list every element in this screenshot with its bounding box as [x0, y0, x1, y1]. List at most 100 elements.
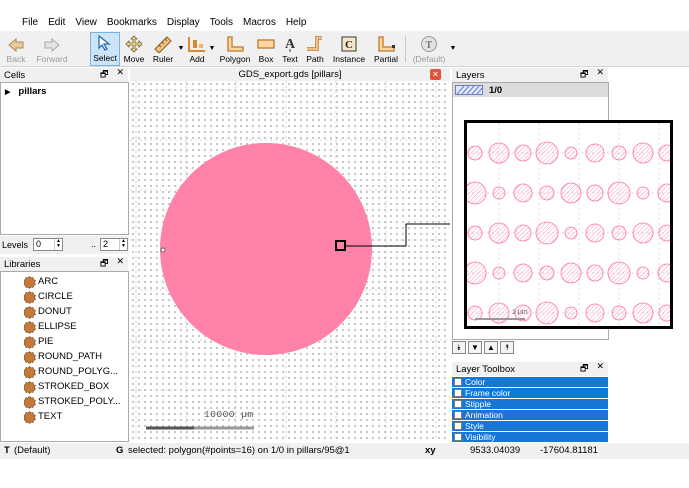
close-icon[interactable]: ✕	[596, 67, 604, 83]
layers-dock-title: Layers 🗗 ✕	[452, 67, 608, 83]
svg-text:C: C	[345, 39, 353, 51]
library-item-round-path[interactable]: ROUND_PATH	[38, 351, 102, 362]
checkbox[interactable]	[454, 411, 462, 419]
close-icon[interactable]: ✕	[116, 256, 124, 272]
pillar-circle	[535, 221, 559, 245]
instance-c-icon: C	[341, 36, 357, 52]
select-button[interactable]: Select	[90, 32, 120, 66]
pillar-circle	[488, 222, 510, 244]
pillar-circle	[513, 263, 533, 283]
pillar-circle	[657, 263, 670, 283]
ruler-dropdown-icon[interactable]: ▼	[178, 32, 185, 66]
status-grid-key: G	[116, 445, 124, 456]
close-icon[interactable]: ✕	[116, 67, 124, 83]
library-label: ROUND_POLYG...	[38, 366, 119, 377]
text-label: Text	[282, 54, 298, 64]
move-to-top-icon[interactable]: ⯭	[500, 341, 514, 354]
layers-title: Layers	[456, 69, 485, 81]
checkbox[interactable]	[454, 389, 462, 397]
menu-tools[interactable]: Tools	[210, 17, 233, 28]
levels-to-spinbox[interactable]: 2 ▲ ▼	[100, 238, 128, 251]
checkbox[interactable]	[454, 378, 462, 386]
float-icon[interactable]: 🗗	[580, 67, 588, 83]
pillar-circle	[586, 184, 604, 202]
libraries-title: Libraries	[4, 258, 41, 270]
spin-arrows-icon[interactable]: ▲ ▼	[119, 239, 127, 250]
path-button[interactable]: Path	[303, 32, 327, 66]
levels-from-spinbox[interactable]: 0 ▲ ▼	[33, 238, 63, 251]
layout-canvas[interactable]: 10000 µm	[130, 81, 450, 439]
menu-display[interactable]: Display	[167, 17, 200, 28]
library-label: ARC	[38, 276, 59, 287]
checkbox[interactable]	[454, 422, 462, 430]
float-icon[interactable]: 🗗	[100, 67, 108, 83]
float-icon[interactable]: 🗗	[580, 361, 588, 377]
library-item-donut[interactable]: DONUT	[38, 306, 72, 317]
library-item-circle[interactable]: CIRCLE	[38, 291, 73, 302]
layer-row[interactable]: 1/0	[453, 83, 608, 97]
instance-button[interactable]: C Instance	[331, 32, 367, 66]
toolbox-animation[interactable]: Animation	[452, 410, 608, 420]
partial-button[interactable]: Partial	[371, 32, 401, 66]
pillar-circle	[488, 142, 510, 164]
toolbox-frame-color[interactable]: Frame color	[452, 388, 608, 398]
toolbox-label: Style	[465, 421, 484, 431]
partial-label: Partial	[373, 54, 399, 64]
checkbox[interactable]	[454, 433, 462, 441]
toolbar: Back Forward Select Move Ruler ▼ Add ▼ P…	[0, 31, 689, 67]
text-button[interactable]: A Text	[279, 32, 301, 66]
toolbox-color[interactable]: Color	[452, 377, 608, 387]
library-item-arc[interactable]: ARC	[38, 276, 58, 287]
pillar-circle	[513, 183, 533, 203]
library-list[interactable]: ARC CIRCLE DONUT ELLIPSE PIE ROUND_PATH …	[0, 271, 129, 442]
layout-drawing	[130, 81, 450, 439]
move-down-icon[interactable]: ▼	[468, 341, 482, 354]
ruler-button[interactable]: Ruler	[148, 32, 178, 66]
library-label: ROUND_PATH	[38, 351, 103, 362]
move-up-icon[interactable]: ▲	[484, 341, 498, 354]
svg-text:T: T	[426, 40, 433, 51]
polygon-button[interactable]: Polygon	[218, 32, 252, 66]
default-dropdown-icon[interactable]: ▼	[449, 32, 457, 66]
levels-separator: ..	[91, 239, 97, 249]
menu-view[interactable]: View	[75, 17, 97, 28]
close-icon[interactable]: ✕	[596, 361, 604, 377]
library-label: DONUT	[38, 306, 72, 317]
menu-bookmarks[interactable]: Bookmarks	[107, 17, 157, 28]
expand-arrow-icon[interactable]: ▶	[5, 88, 10, 96]
library-item-stroked-polygon[interactable]: STROKED_POLY...	[38, 396, 121, 407]
menu-macros[interactable]: Macros	[243, 17, 276, 28]
default-mode-button[interactable]: T (Default)	[410, 32, 448, 66]
pillar-circle	[611, 145, 627, 161]
spin-arrows-icon[interactable]: ▲ ▼	[54, 239, 62, 250]
library-item-pie[interactable]: PIE	[38, 336, 53, 347]
menu-file[interactable]: File	[22, 17, 38, 28]
library-item-round-polygon[interactable]: ROUND_POLYG...	[38, 366, 118, 377]
back-button[interactable]: Back	[2, 32, 30, 66]
box-button[interactable]: Box	[255, 32, 277, 66]
pillar-circle	[585, 303, 605, 323]
back-arrow-icon	[8, 37, 24, 53]
default-label: (Default)	[412, 54, 446, 64]
library-item-stroked-box[interactable]: STROKED_BOX	[38, 381, 109, 392]
add-button[interactable]: Add	[186, 32, 208, 66]
move-to-bottom-icon[interactable]: ⯯	[452, 341, 466, 354]
library-item-ellipse[interactable]: ELLIPSE	[38, 321, 77, 332]
forward-button[interactable]: Forward	[33, 32, 71, 66]
canvas-close-icon[interactable]: ✕	[430, 69, 441, 80]
menu-help[interactable]: Help	[286, 17, 307, 28]
menu-edit[interactable]: Edit	[48, 17, 65, 28]
toolbox-stipple[interactable]: Stipple	[452, 399, 608, 409]
float-icon[interactable]: 🗗	[100, 256, 108, 272]
toolbox-style[interactable]: Style	[452, 421, 608, 431]
move-button[interactable]: Move	[122, 32, 146, 66]
toolbox-visibility[interactable]: Visibility	[452, 432, 608, 442]
layer-toolbox-title: Layer Toolbox	[456, 363, 515, 375]
library-item-text[interactable]: TEXT	[38, 411, 62, 422]
scale-label: 10000 µm	[204, 409, 254, 420]
add-dropdown-icon[interactable]: ▼	[208, 32, 216, 66]
forward-arrow-icon	[44, 37, 60, 53]
checkbox[interactable]	[454, 400, 462, 408]
cell-tree[interactable]: ▶ pillars	[0, 82, 129, 235]
cell-tree-item[interactable]: ▶ pillars	[5, 86, 46, 97]
